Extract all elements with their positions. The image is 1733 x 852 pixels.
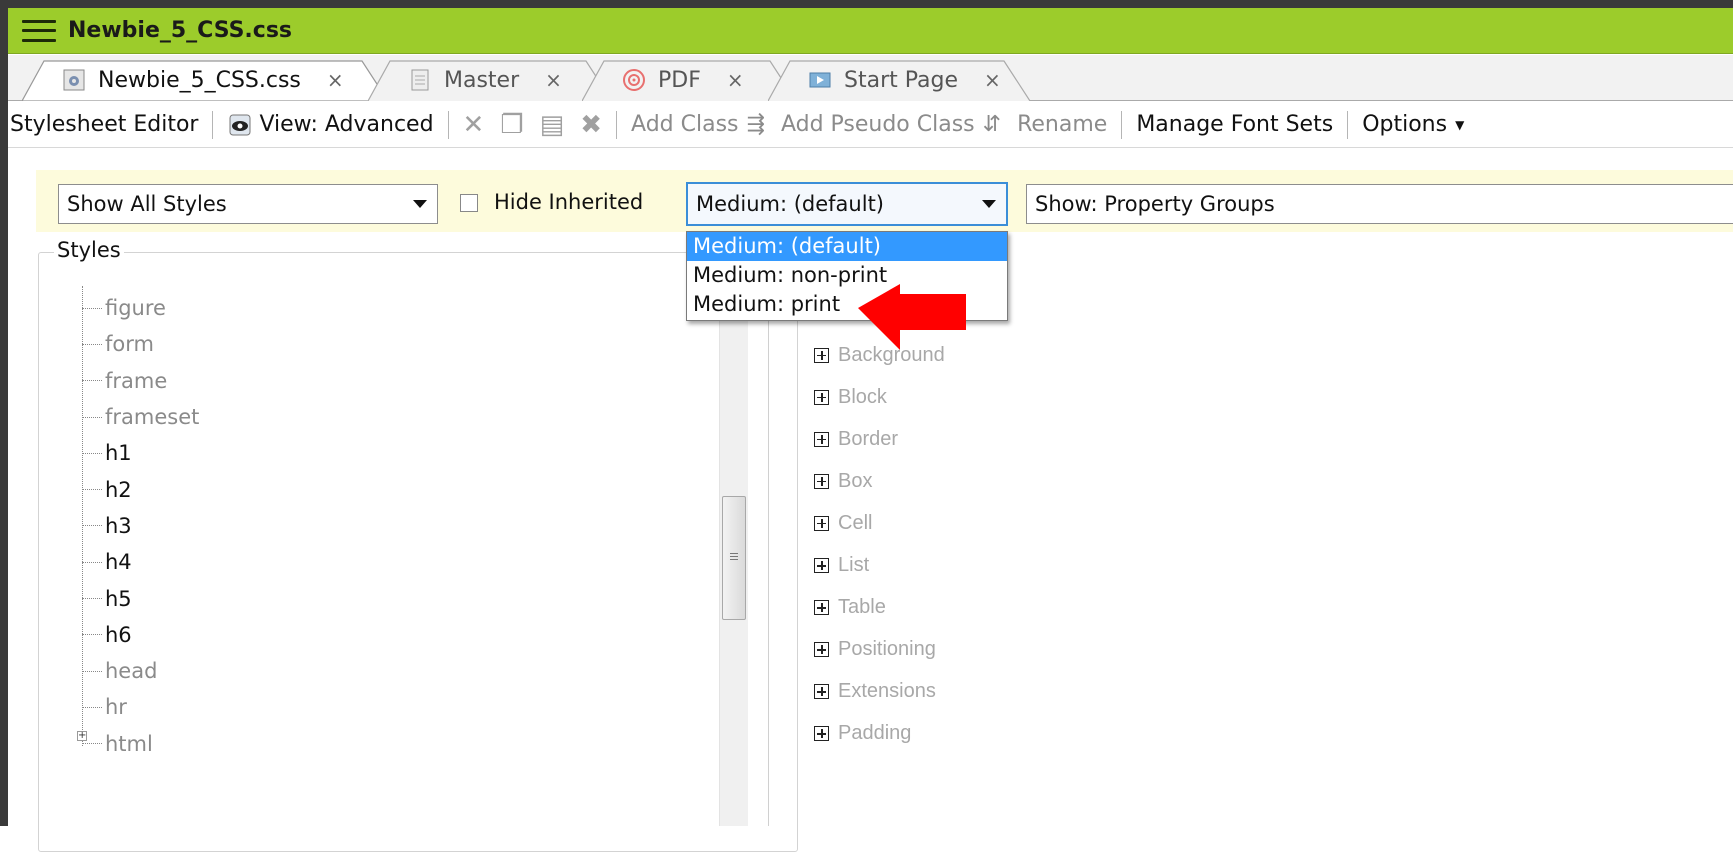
grip-icon xyxy=(730,553,738,562)
property-group-border[interactable]: Border xyxy=(814,418,945,460)
chevron-down-icon xyxy=(413,200,427,208)
tree-item-frame[interactable]: frame xyxy=(82,363,199,399)
property-group-list[interactable]: List xyxy=(814,544,945,586)
styles-legend: Styles xyxy=(54,238,124,262)
document-icon xyxy=(411,69,429,91)
hamburger-menu-icon[interactable] xyxy=(22,19,56,42)
tree-item-h1[interactable]: h1 xyxy=(82,435,199,471)
gear-icon xyxy=(63,69,85,91)
stylesheet-editor-label: Stylesheet Editor xyxy=(10,112,199,137)
expand-icon xyxy=(814,389,829,405)
tab-newbie-css[interactable]: Newbie_5_CSS.css × xyxy=(22,59,388,101)
show-groups-select[interactable]: Show: Property Groups xyxy=(1026,184,1733,224)
expand-icon[interactable]: + xyxy=(77,731,87,741)
expand-icon xyxy=(814,347,829,363)
copy-icon[interactable]: ❐ xyxy=(492,110,531,140)
property-group-table[interactable]: Table xyxy=(814,587,945,629)
toolbar: Stylesheet Editor View: Advanced ✕ ❐ ▤ ✖… xyxy=(8,102,1733,148)
options-menu-button[interactable]: Options ▼ xyxy=(1354,112,1472,137)
hide-inherited-checkbox[interactable] xyxy=(460,194,478,212)
property-group-positioning[interactable]: Positioning xyxy=(814,629,945,671)
toolbar-divider xyxy=(1121,110,1123,139)
add-pseudo-class-icon: ⇵ xyxy=(982,112,1002,137)
expand-icon xyxy=(814,431,829,447)
close-icon[interactable]: × xyxy=(984,68,1001,92)
close-icon[interactable]: × xyxy=(545,68,562,92)
view-advanced-button[interactable]: View: Advanced xyxy=(219,112,441,138)
tree-item-h3[interactable]: h3 xyxy=(82,508,199,544)
property-group-padding[interactable]: Padding xyxy=(814,713,945,755)
chevron-down-icon: ▼ xyxy=(1455,117,1465,132)
add-pseudo-class-button[interactable]: Add Pseudo Class ⇵ xyxy=(773,112,1009,137)
property-group-extensions[interactable]: Extensions xyxy=(814,671,945,713)
expand-icon xyxy=(814,642,829,658)
properties-panel-border xyxy=(768,232,769,826)
tab-label: PDF xyxy=(658,67,701,93)
expand-icon xyxy=(814,600,829,616)
property-groups-list: Background Block Border Box Cell List Ta… xyxy=(814,334,945,755)
annotation-arrow-icon xyxy=(858,284,966,350)
title-bar: Newbie_5_CSS.css xyxy=(8,8,1733,54)
chevron-down-icon xyxy=(982,200,996,208)
close-icon[interactable]: × xyxy=(327,68,344,92)
target-icon xyxy=(623,69,645,91)
medium-select[interactable]: Medium: (default) xyxy=(686,182,1008,226)
property-group-block[interactable]: Block xyxy=(814,376,945,418)
tree-item-frameset[interactable]: frameset xyxy=(82,399,199,435)
tree-item-html[interactable]: html xyxy=(82,726,199,762)
window-frame-left xyxy=(0,0,8,826)
tab-start-page[interactable]: Start Page × xyxy=(768,59,1030,101)
window-frame-top xyxy=(0,0,1733,8)
toolbar-divider xyxy=(1347,110,1349,139)
tab-label: Newbie_5_CSS.css xyxy=(98,67,301,93)
styles-tree: figure form frame frameset h1 h2 h3 h4 h… xyxy=(82,290,199,762)
start-page-icon xyxy=(809,72,831,88)
expand-icon xyxy=(814,558,829,574)
styles-filter-select[interactable]: Show All Styles xyxy=(58,184,438,224)
delete-icon[interactable]: ✖ xyxy=(572,110,610,140)
property-group-box[interactable]: Box xyxy=(814,460,945,502)
tree-item-figure[interactable]: figure xyxy=(82,290,199,326)
paste-icon[interactable]: ▤ xyxy=(532,110,573,140)
tree-item-form[interactable]: form xyxy=(82,326,199,362)
tab-pdf[interactable]: PDF × xyxy=(582,59,796,101)
tree-item-h5[interactable]: h5 xyxy=(82,580,199,616)
add-class-icon: ⇶ xyxy=(746,112,765,137)
tree-item-h6[interactable]: h6 xyxy=(82,617,199,653)
property-group-cell[interactable]: Cell xyxy=(814,502,945,544)
tab-bar: Newbie_5_CSS.css × Master × PDF × Start … xyxy=(8,55,1733,101)
window-title: Newbie_5_CSS.css xyxy=(68,18,293,43)
cut-icon[interactable]: ✕ xyxy=(455,110,493,140)
expand-icon xyxy=(814,726,829,742)
manage-font-sets-button[interactable]: Manage Font Sets xyxy=(1128,112,1341,137)
add-class-button[interactable]: Add Class ⇶ xyxy=(623,112,773,137)
expand-icon xyxy=(814,473,829,489)
toolbar-divider xyxy=(447,110,449,139)
view-icon xyxy=(229,114,251,135)
rename-button[interactable]: Rename xyxy=(1009,112,1115,137)
toolbar-divider xyxy=(616,110,618,139)
expand-icon xyxy=(814,684,829,700)
close-icon[interactable]: × xyxy=(727,68,744,92)
medium-option-default[interactable]: Medium: (default) xyxy=(687,232,1007,261)
tab-label: Start Page xyxy=(844,67,958,93)
tree-item-h4[interactable]: h4 xyxy=(82,544,199,580)
tree-item-h2[interactable]: h2 xyxy=(82,471,199,507)
tree-item-head[interactable]: head xyxy=(82,653,199,689)
hide-inherited-label: Hide Inherited xyxy=(494,190,644,214)
toolbar-divider xyxy=(212,110,214,139)
tab-label: Master xyxy=(444,67,520,93)
tab-master[interactable]: Master × xyxy=(368,59,612,101)
expand-icon xyxy=(814,515,829,531)
tree-item-hr[interactable]: hr xyxy=(82,689,199,725)
